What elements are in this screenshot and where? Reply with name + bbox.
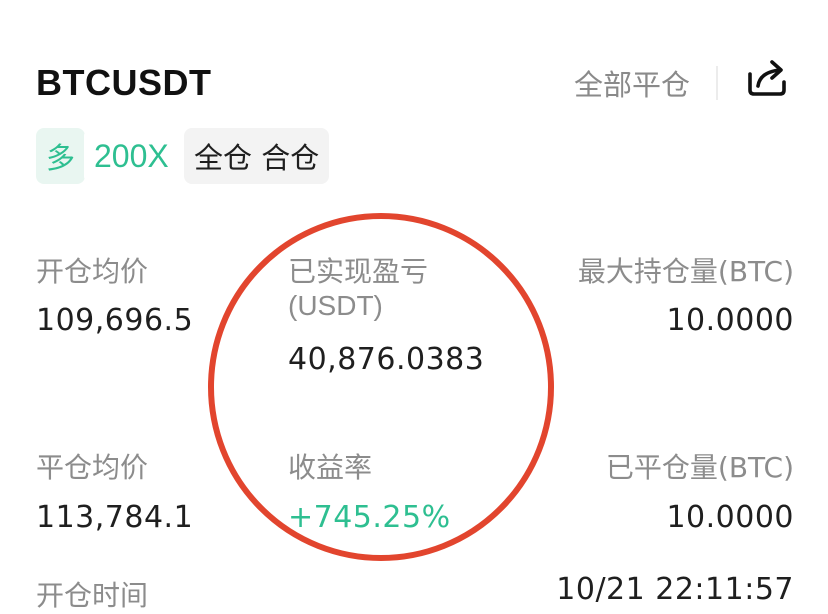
share-button[interactable] — [744, 56, 790, 100]
realized-pnl-label: 已实现盈亏 — [288, 255, 429, 288]
closed-position-value: 10.0000 — [666, 500, 794, 535]
close-avg-price-label: 平仓均价 — [36, 451, 149, 484]
open-avg-price-label: 开仓均价 — [36, 255, 149, 288]
symbol-title: BTCUSDT — [36, 62, 212, 103]
leverage-tag: 200X — [84, 128, 179, 184]
header-divider — [716, 66, 718, 100]
roi-value: +745.25% — [288, 500, 451, 535]
share-icon — [748, 60, 786, 96]
max-position-value: 10.0000 — [666, 303, 794, 338]
realized-pnl-unit: (USDT) — [288, 290, 383, 321]
realized-pnl-value: 40,876.0383 — [288, 342, 485, 377]
side-tag: 多 — [36, 128, 86, 184]
open-avg-price-value: 109,696.5 — [36, 303, 194, 338]
max-position-label: 最大持仓量(BTC) — [577, 255, 794, 288]
close-all-button[interactable]: 全部平仓 — [574, 62, 690, 104]
closed-position-label: 已平仓量(BTC) — [605, 451, 794, 484]
open-time-label: 开仓时间 — [36, 579, 149, 612]
margin-mode-tag: 全仓 合仓 — [184, 128, 330, 184]
roi-label: 收益率 — [288, 451, 373, 484]
close-avg-price-value: 113,784.1 — [36, 500, 194, 535]
open-time-value: 10/21 22:11:57 — [556, 572, 794, 607]
